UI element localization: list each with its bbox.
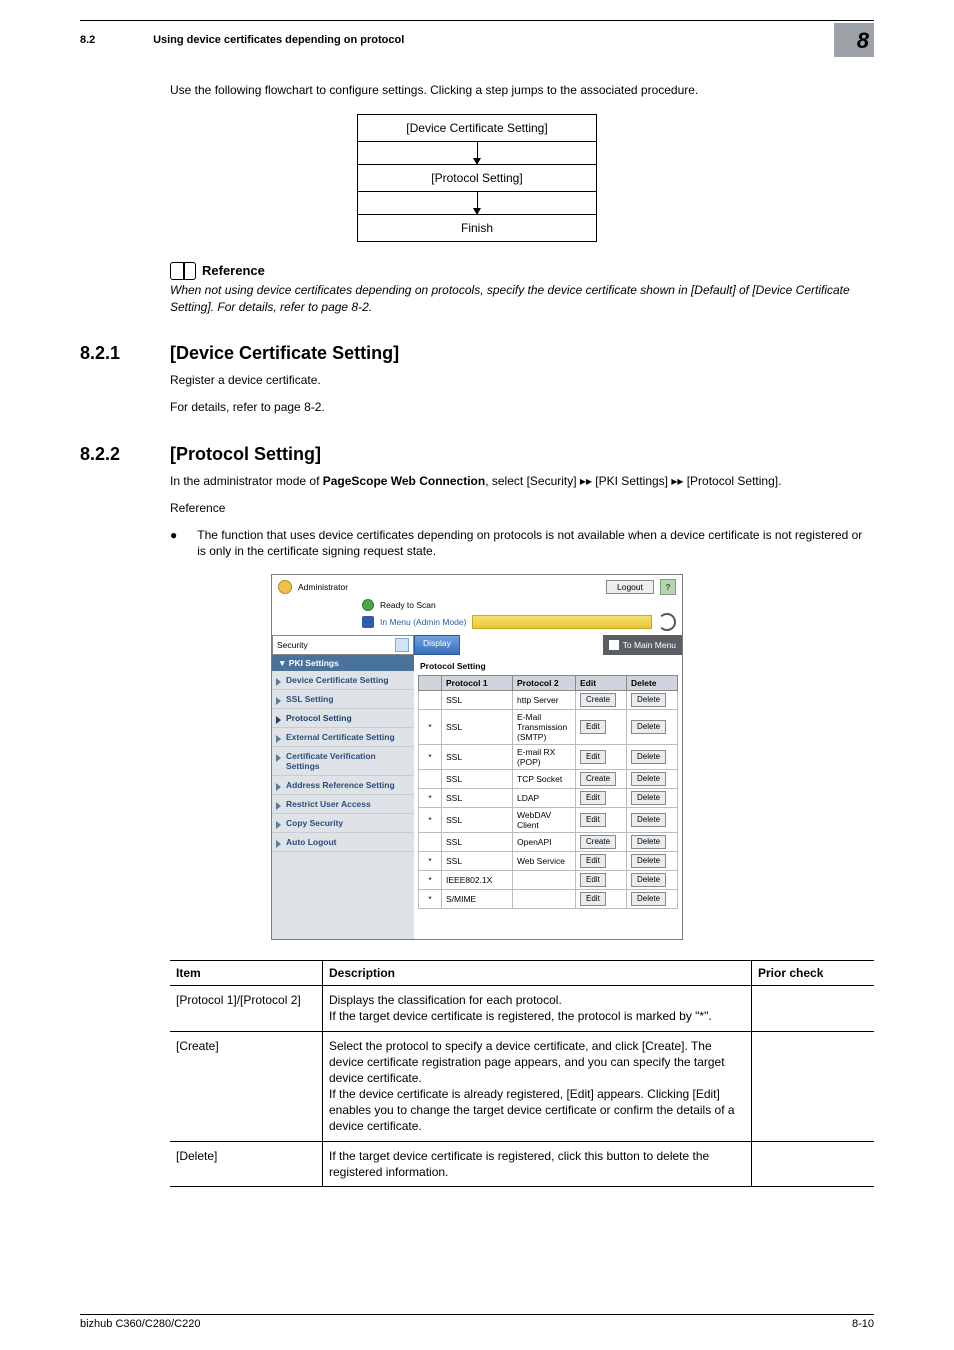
heading-8-2-1: 8.2.1 [Device Certificate Setting] — [80, 343, 874, 364]
create-button[interactable]: Create — [580, 835, 616, 849]
edit-button[interactable]: Edit — [580, 854, 606, 868]
delete-button[interactable]: Delete — [631, 791, 666, 805]
intro-text: Use the following flowchart to configure… — [170, 82, 874, 99]
delete-button[interactable]: Delete — [631, 813, 666, 827]
table-row: SSLTCP SocketCreateDelete — [419, 770, 678, 789]
table-row: *SSLWeb ServiceEditDelete — [419, 852, 678, 871]
table-row: [Protocol 1]/[Proto­col 2]Displays the c… — [170, 986, 874, 1031]
sidebar-item[interactable]: Protocol Setting — [272, 709, 414, 728]
table-row: *SSLLDAPEditDelete — [419, 789, 678, 808]
running-header: 8.2 Using device certificates depending … — [80, 23, 874, 57]
admin-label: Administrator — [298, 582, 348, 592]
sidebar-item[interactable]: Copy Security — [272, 814, 414, 833]
edit-button[interactable]: Edit — [580, 791, 606, 805]
category-select[interactable]: Security — [272, 635, 414, 655]
heading-8-2-2: 8.2.2 [Protocol Setting] — [80, 444, 874, 465]
logout-button[interactable]: Logout — [606, 580, 654, 594]
table-row: *SSLE-Mail Transmission (SMTP)EditDelete — [419, 710, 678, 745]
items-h1: Item — [170, 961, 323, 986]
flow-step-1[interactable]: [Device Certificate Setting] — [357, 114, 597, 142]
sidebar-heading: ▼ PKI Settings — [272, 655, 414, 671]
col-edit: Edit — [576, 676, 627, 691]
section-title: Using device certificates depending on p… — [153, 34, 404, 46]
table-row: [Delete]If the target device certificate… — [170, 1141, 874, 1186]
table-row: *IEEE802.1XEditDelete — [419, 871, 678, 890]
sidebar-item[interactable]: External Certificate Setting — [272, 728, 414, 747]
content-title: Protocol Setting — [418, 657, 678, 675]
s822-p1: In the administrator mode of PageScope W… — [170, 473, 874, 490]
edit-button[interactable]: Edit — [580, 873, 606, 887]
sidebar: ▼ PKI Settings Device Certificate Settin… — [272, 655, 414, 939]
flow-step-3: Finish — [357, 214, 597, 242]
edit-button[interactable]: Edit — [580, 720, 606, 734]
delete-button[interactable]: Delete — [631, 720, 666, 734]
edit-button[interactable]: Edit — [580, 892, 606, 906]
delete-button[interactable]: Delete — [631, 835, 666, 849]
delete-button[interactable]: Delete — [631, 750, 666, 764]
table-row: [Create]Select the protocol to specify a… — [170, 1031, 874, 1141]
app-screenshot: Administrator Logout ? Ready to Scan In … — [271, 574, 683, 940]
table-row: *SSLWebDAV ClientEditDelete — [419, 808, 678, 833]
admin-icon — [278, 580, 292, 594]
chevron-down-icon — [395, 638, 409, 652]
table-row: *SSLE-mail RX (POP)EditDelete — [419, 745, 678, 770]
book-icon — [170, 262, 196, 280]
reference-text: When not using device certificates depen… — [170, 282, 874, 316]
section-number: 8.2 — [80, 34, 150, 46]
status-text: Ready to Scan — [380, 600, 436, 610]
delete-button[interactable]: Delete — [631, 772, 666, 786]
reference-label: Reference — [202, 263, 265, 278]
items-h3: Prior check — [752, 961, 875, 986]
s822-bullet: ● The function that uses device certific… — [170, 527, 874, 561]
mode-label: In Menu (Admin Mode) — [380, 617, 466, 627]
main-menu-icon — [609, 640, 619, 650]
mode-bar — [472, 615, 652, 629]
sidebar-item[interactable]: Address Reference Setting — [272, 776, 414, 795]
edit-button[interactable]: Edit — [580, 750, 606, 764]
col-protocol2: Protocol 2 — [513, 676, 576, 691]
to-main-menu-button[interactable]: To Main Menu — [603, 635, 682, 655]
flow-step-2[interactable]: [Protocol Setting] — [357, 164, 597, 192]
table-row: SSLhttp ServerCreateDelete — [419, 691, 678, 710]
refresh-icon[interactable] — [658, 613, 676, 631]
create-button[interactable]: Create — [580, 693, 616, 707]
sidebar-item[interactable]: SSL Setting — [272, 690, 414, 709]
protocol-table: Protocol 1 Protocol 2 Edit Delete SSLhtt… — [418, 675, 678, 909]
s821-p1: Register a device certificate. — [170, 372, 874, 389]
footer-page: 8-10 — [852, 1318, 874, 1330]
flowchart: [Device Certificate Setting] [Protocol S… — [357, 114, 597, 242]
delete-button[interactable]: Delete — [631, 873, 666, 887]
sidebar-item[interactable]: Device Certificate Setting — [272, 671, 414, 690]
items-h2: Description — [323, 961, 752, 986]
col-protocol1: Protocol 1 — [442, 676, 513, 691]
mode-icon — [362, 616, 374, 628]
footer-product: bizhub C360/C280/C220 — [80, 1318, 200, 1330]
chapter-badge: 8 — [834, 23, 874, 57]
table-row: *S/MIMEEditDelete — [419, 890, 678, 909]
status-icon — [362, 599, 374, 611]
delete-button[interactable]: Delete — [631, 892, 666, 906]
create-button[interactable]: Create — [580, 772, 616, 786]
col-delete: Delete — [627, 676, 678, 691]
help-button[interactable]: ? — [660, 579, 676, 595]
page-footer: bizhub C360/C280/C220 8-10 — [80, 1314, 874, 1330]
table-row: SSLOpenAPICreateDelete — [419, 833, 678, 852]
delete-button[interactable]: Delete — [631, 854, 666, 868]
edit-button[interactable]: Edit — [580, 813, 606, 827]
sidebar-item[interactable]: Restrict User Access — [272, 795, 414, 814]
sidebar-item[interactable]: Certificate Verification Settings — [272, 747, 414, 776]
s821-p2: For details, refer to page 8-2. — [170, 399, 874, 416]
sidebar-item[interactable]: Auto Logout — [272, 833, 414, 852]
items-table: Item Description Prior check [Protocol 1… — [170, 960, 874, 1187]
delete-button[interactable]: Delete — [631, 693, 666, 707]
display-button[interactable]: Display — [414, 635, 460, 655]
s822-reference-label: Reference — [170, 500, 874, 517]
